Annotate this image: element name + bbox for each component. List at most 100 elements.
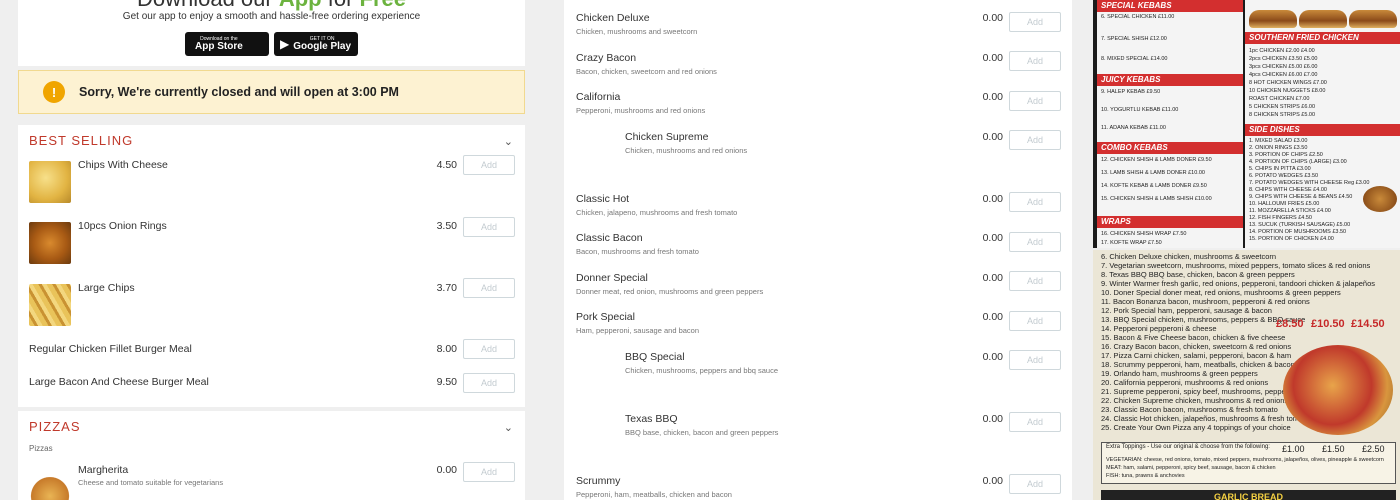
extra-price-3: £2.50	[1362, 444, 1385, 454]
menu-line: 6. SPECIAL CHICKEN £11.00	[1101, 14, 1175, 20]
item-name: Scrummy	[576, 475, 621, 487]
best-selling-title[interactable]: BEST SELLING	[29, 133, 133, 148]
closed-alert: ! Sorry, We're currently closed and will…	[18, 70, 525, 114]
item-description: Donner meat, red onion, mushrooms and gr…	[576, 287, 764, 296]
menu-line: 23. Classic Bacon bacon, mushrooms & fre…	[1101, 405, 1278, 414]
item-name: Chicken Deluxe	[576, 12, 650, 24]
wraps-heading: WRAPS	[1097, 216, 1243, 228]
menu-line: 20. California pepperoni, mushrooms & re…	[1101, 378, 1269, 387]
app-store-button[interactable]: Download on the App Store	[185, 32, 269, 56]
item-name: Regular Chicken Fillet Burger Meal	[29, 343, 192, 355]
add-button[interactable]: Add	[1009, 12, 1061, 32]
item-thumbnail[interactable]	[29, 473, 71, 500]
add-button[interactable]: Add	[463, 278, 515, 298]
item-description: Ham, pepperoni, sausage and bacon	[576, 326, 700, 335]
menu-line: 2. ONION RINGS £3.50	[1249, 145, 1308, 151]
add-button[interactable]: Add	[463, 155, 515, 175]
juicy-kebabs-heading: JUICY KEBABS	[1097, 74, 1243, 86]
pizza-price-large: £14.50	[1351, 318, 1385, 330]
google-big-text: Google Play	[293, 40, 352, 52]
menu-line: 12. CHICKEN SHISH & LAMB DONER £9.50	[1101, 157, 1212, 163]
menu-line: 12. FISH FINGERS £4.50	[1249, 215, 1312, 221]
add-button[interactable]: Add	[1009, 91, 1061, 111]
item-name: Chicken Supreme	[625, 131, 709, 143]
item-name: Texas BBQ	[625, 413, 678, 425]
menu-line: 15. CHICKEN SHISH & LAMB SHISH £10.00	[1101, 196, 1212, 202]
menu-line: 10. YOGURTLU KEBAB £11.00	[1101, 107, 1179, 113]
add-button[interactable]: Add	[1009, 412, 1061, 432]
menu-line: ROAST CHICKEN £7.00	[1249, 96, 1310, 102]
item-price: 0.00	[982, 193, 1003, 205]
add-button[interactable]: Add	[1009, 130, 1061, 150]
title-app: App	[279, 0, 322, 11]
menu-line: 8 CHICKEN STRIPS £5.00	[1249, 112, 1316, 118]
google-play-button[interactable]: ▶ GET IT ON Google Play	[274, 32, 358, 56]
southern-fried-chicken-heading: SOUTHERN FRIED CHICKEN	[1245, 32, 1400, 44]
item-price: 0.00	[436, 464, 457, 476]
pizza-price-medium: £10.50	[1311, 318, 1345, 330]
menu-line: 25. Create Your Own Pizza any 4 toppings…	[1101, 423, 1291, 432]
garlic-bread-heading: GARLIC BREAD	[1101, 490, 1396, 500]
burger-image	[1249, 10, 1297, 28]
item-description: BBQ base, chicken, bacon and green peppe…	[625, 428, 779, 437]
title-prefix: Download our	[137, 0, 273, 11]
extra-price-1: £1.00	[1282, 444, 1305, 454]
item-description: Bacon, chicken, sweetcorn and red onions	[576, 67, 717, 76]
add-button[interactable]: Add	[463, 339, 515, 359]
add-button[interactable]: Add	[1009, 311, 1061, 331]
menu-line: 8. Texas BBQ BBQ base, chicken, bacon & …	[1101, 270, 1295, 279]
add-button[interactable]: Add	[1009, 474, 1061, 494]
chevron-down-icon[interactable]: ⌄	[504, 421, 513, 434]
menu-item: Regular Chicken Fillet Burger Meal 8.00 …	[18, 339, 525, 364]
menu-line: 6. Chicken Deluxe chicken, mushrooms & s…	[1101, 252, 1277, 261]
menu-line: 7. Vegetarian sweetcorn, mushrooms, mixe…	[1101, 261, 1371, 270]
add-button[interactable]: Add	[1009, 271, 1061, 291]
item-thumbnail[interactable]	[29, 161, 71, 203]
menu-line: 5 CHICKEN STRIPS £6.00	[1249, 104, 1316, 110]
extra-toppings-box: Extra Toppings - Use our original & choo…	[1101, 442, 1396, 484]
item-price: 0.00	[982, 311, 1003, 323]
chicken-menu-panel: SOUTHERN FRIED CHICKEN 1pc CHICKEN £2.00…	[1245, 0, 1400, 248]
menu-line: 12. Pork Special ham, pepperoni, sausage…	[1101, 306, 1272, 315]
item-price: 0.00	[982, 131, 1003, 143]
extra-vegetarian: VEGETARIAN: cheese, red onions, tomato, …	[1106, 457, 1384, 463]
side-dishes-heading: SIDE DISHES	[1245, 124, 1400, 136]
item-name: Crazy Bacon	[576, 52, 637, 64]
menu-line: 14. PORTION OF MUSHROOMS £3.50	[1249, 229, 1347, 235]
item-price: 0.00	[982, 351, 1003, 363]
menu-line: 19. Orlando ham, mushrooms & green peppe…	[1101, 369, 1258, 378]
menu-item: Chips With Cheese 4.50 Add	[18, 155, 525, 205]
item-description: Chicken, jalapeno, mushrooms and fresh t…	[576, 208, 738, 217]
menu-line: 17. Pizza Carni chicken, salami, peppero…	[1101, 351, 1292, 360]
chevron-down-icon[interactable]: ⌄	[504, 135, 513, 148]
item-thumbnail[interactable]	[29, 222, 71, 264]
menu-line: 7. POTATO WEDGES WITH CHEESE Reg £3.00	[1249, 180, 1370, 186]
menu-line: 5. CHIPS IN PITTA £3.00	[1249, 166, 1311, 172]
menu-image-kebabs: SPECIAL KEBABS 6. SPECIAL CHICKEN £11.00…	[1093, 0, 1400, 248]
add-button[interactable]: Add	[1009, 232, 1061, 252]
pizza-price-small: £8.50	[1276, 318, 1304, 330]
app-store-big-text: App Store	[195, 40, 243, 52]
extra-meat: MEAT: ham, salami, pepperoni, spicy beef…	[1106, 465, 1276, 471]
item-description: Chicken, mushrooms, peppers and bbq sauc…	[625, 366, 779, 375]
menu-line: 8 HOT CHICKEN WINGS £7.00	[1249, 80, 1327, 86]
menu-line: 14. KOFTE KEBAB & LAMB DONER £9.50	[1101, 183, 1207, 189]
pizzas-title[interactable]: PIZZAS	[29, 419, 81, 434]
item-name: Chips With Cheese	[78, 159, 168, 171]
pizza-image	[1283, 345, 1393, 435]
add-button[interactable]: Add	[1009, 350, 1061, 370]
item-name: California	[576, 91, 621, 103]
pizza-list-panel: Chicken Deluxe Chicken, mushrooms and sw…	[564, 0, 1072, 500]
add-button[interactable]: Add	[463, 462, 515, 482]
menu-line: 16. Crazy Bacon bacon, chicken, sweetcor…	[1101, 342, 1292, 351]
add-button[interactable]: Add	[463, 373, 515, 393]
item-price: 3.70	[436, 282, 457, 294]
add-button[interactable]: Add	[1009, 192, 1061, 212]
add-button[interactable]: Add	[463, 217, 515, 237]
item-thumbnail[interactable]	[29, 284, 71, 326]
item-description: Bacon, mushrooms and fresh tomato	[576, 247, 699, 256]
menu-line: 4pcs CHICKEN £6.00 £7.00	[1249, 72, 1318, 78]
menu-item: Large Chips 3.70 Add	[18, 278, 525, 328]
menu-line: 2pcs CHICKEN £3.50 £5.00	[1249, 56, 1318, 62]
add-button[interactable]: Add	[1009, 51, 1061, 71]
